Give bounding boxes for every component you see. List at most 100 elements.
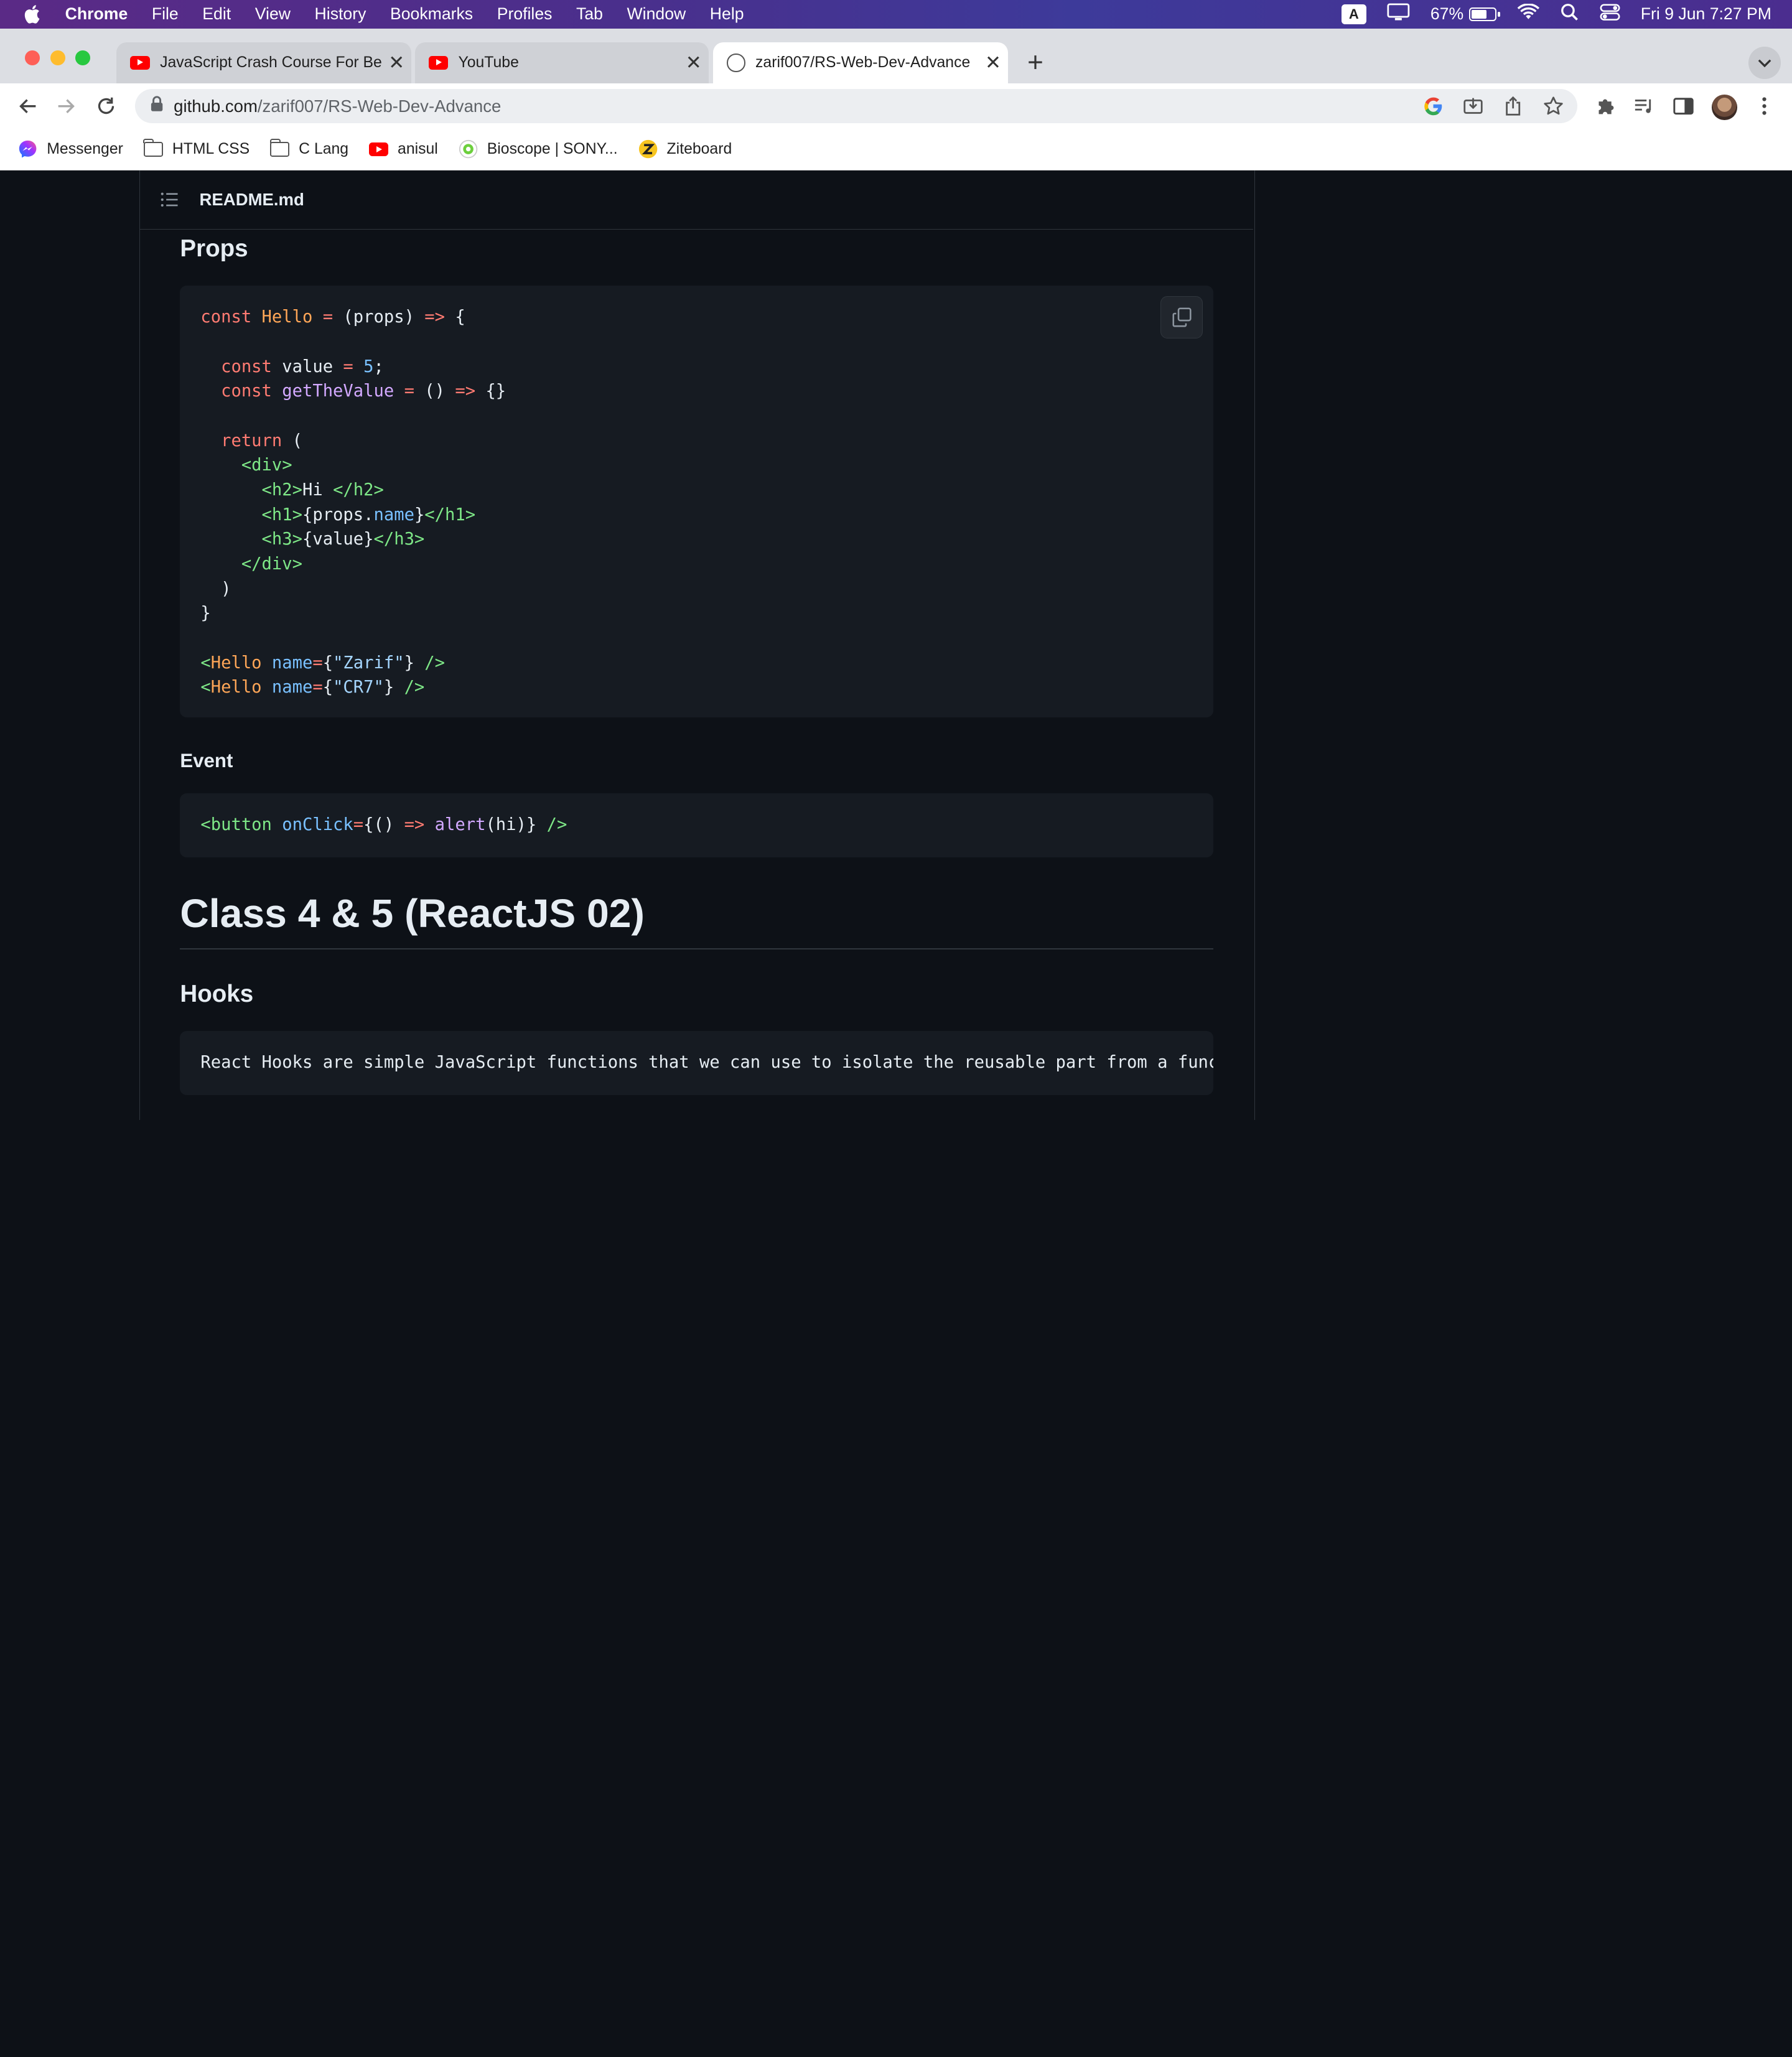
bookmark-label: anisul <box>398 141 438 158</box>
bookmark-bioscope[interactable]: Bioscope | SONY... <box>459 139 618 159</box>
display-icon[interactable] <box>1387 3 1410 26</box>
menu-window[interactable]: Window <box>627 4 686 24</box>
menu-bookmarks[interactable]: Bookmarks <box>390 4 473 24</box>
input-source-indicator[interactable]: A <box>1341 4 1367 24</box>
code-event-content[interactable]: <button onClick={() => alert(hi)} /> <box>200 813 567 837</box>
youtube-icon <box>369 142 389 157</box>
messenger-icon <box>18 139 37 159</box>
readme-panel: README.md Props const Hello = (props) =>… <box>139 170 1255 1120</box>
back-arrow-icon <box>19 99 35 114</box>
heading-hooks: Hooks <box>180 980 254 1007</box>
bookmark-messenger[interactable]: Messenger <box>18 139 123 159</box>
bookmark-label: Ziteboard <box>666 141 732 158</box>
url-text[interactable]: github.com/zarif007/RS-Web-Dev-Advance <box>174 96 501 116</box>
ziteboard-icon <box>638 139 658 159</box>
forward-button[interactable] <box>54 94 78 119</box>
kebab-menu-icon <box>1762 97 1766 115</box>
outline-list-icon[interactable] <box>161 192 179 208</box>
heading-props: Props <box>180 235 248 263</box>
lock-icon[interactable] <box>151 96 163 117</box>
readme-header: README.md <box>140 170 1253 230</box>
tab-close-icon[interactable]: ✕ <box>679 52 709 74</box>
status-area: A 67% Fri 9 Jun 7:27 PM <box>1341 0 1792 29</box>
bookmark-ziteboard[interactable]: Ziteboard <box>638 139 732 159</box>
youtube-icon <box>130 55 150 70</box>
bookmark-label: C Lang <box>299 141 349 158</box>
copy-icon <box>1172 307 1192 327</box>
chevron-down-icon <box>1758 59 1771 67</box>
code-block-event: <button onClick={() => alert(hi)} /> <box>180 793 1213 857</box>
control-center-icon[interactable] <box>1600 3 1620 26</box>
window-minimize-button[interactable] <box>50 50 65 65</box>
wifi-icon[interactable] <box>1517 2 1540 26</box>
browser-toolbar: github.com/zarif007/RS-Web-Dev-Advance <box>0 83 1792 129</box>
code-hooks-content[interactable]: React Hooks are simple JavaScript functi… <box>200 1050 1213 1075</box>
extensions-button[interactable] <box>1593 94 1618 119</box>
menu-clock[interactable]: Fri 9 Jun 7:27 PM <box>1641 4 1771 24</box>
menu-view[interactable]: View <box>255 4 291 24</box>
reload-button[interactable] <box>94 94 119 119</box>
side-panel-icon <box>1673 98 1694 115</box>
new-tab-button[interactable]: + <box>1017 45 1054 80</box>
menu-profiles[interactable]: Profiles <box>497 4 553 24</box>
tab-close-icon[interactable]: ✕ <box>978 52 1008 74</box>
google-lens-icon[interactable] <box>1421 94 1445 119</box>
menu-file[interactable]: File <box>152 4 179 24</box>
window-zoom-button[interactable] <box>75 50 91 65</box>
battery-status[interactable]: 67% <box>1430 4 1500 24</box>
battery-icon <box>1469 7 1500 21</box>
tab-title: YouTube <box>458 54 519 71</box>
code-block-hooks: React Hooks are simple JavaScript functi… <box>180 1030 1213 1095</box>
back-button[interactable] <box>15 94 40 119</box>
heading-divider <box>180 948 1213 950</box>
heading-class-4-5: Class 4 & 5 (ReactJS 02) <box>180 890 645 936</box>
omnibox-actions <box>1421 94 1566 119</box>
profile-avatar[interactable] <box>1712 95 1737 120</box>
tab-search-button[interactable] <box>1748 47 1781 79</box>
reload-icon <box>98 98 114 114</box>
menu-app-name[interactable]: Chrome <box>65 4 128 24</box>
folder-icon <box>269 138 290 157</box>
share-icon[interactable] <box>1501 94 1526 119</box>
bookmark-label: HTML CSS <box>172 141 250 158</box>
bookmark-folder-html-css[interactable]: HTML CSS <box>143 138 250 158</box>
github-icon <box>727 54 745 72</box>
bookmarks-bar: Messenger HTML CSS C Lang anisul Bioscop… <box>0 129 1792 170</box>
github-page: README.md Props const Hello = (props) =>… <box>0 170 1792 1120</box>
tab-title: JavaScript Crash Course For Beginners <box>160 54 382 71</box>
chrome-menu-button[interactable] <box>1752 94 1777 119</box>
tab-github-repo[interactable]: zarif007/RS-Web-Dev-Advance ✕ <box>713 42 1008 84</box>
tab-close-icon[interactable]: ✕ <box>381 52 411 74</box>
code-props-content[interactable]: const Hello = (props) => { const value =… <box>200 305 506 700</box>
tab-javascript-crash-course[interactable]: JavaScript Crash Course For Beginners ✕ <box>116 42 412 84</box>
address-bar[interactable]: github.com/zarif007/RS-Web-Dev-Advance <box>134 89 1577 124</box>
install-app-icon[interactable] <box>1460 94 1485 119</box>
forward-arrow-icon <box>58 99 75 114</box>
bookmark-label: Bioscope | SONY... <box>487 141 618 158</box>
menu-tab[interactable]: Tab <box>576 4 603 24</box>
bookmark-anisul[interactable]: anisul <box>369 141 438 158</box>
media-queue-icon <box>1635 99 1651 113</box>
bookmark-star-icon[interactable] <box>1541 94 1566 119</box>
apple-icon[interactable] <box>23 4 46 24</box>
code-block-props: const Hello = (props) => { const value =… <box>180 286 1213 718</box>
menu-help[interactable]: Help <box>710 4 744 24</box>
bookmark-folder-c-lang[interactable]: C Lang <box>269 138 349 158</box>
media-control-button[interactable] <box>1632 94 1657 119</box>
heading-event: Event <box>180 749 233 772</box>
menu-history[interactable]: History <box>315 4 366 24</box>
readme-filename[interactable]: README.md <box>200 190 304 210</box>
copy-code-button[interactable] <box>1160 296 1203 338</box>
youtube-icon <box>428 55 448 70</box>
menu-edit[interactable]: Edit <box>202 4 231 24</box>
bookmark-label: Messenger <box>47 141 123 158</box>
tab-youtube[interactable]: YouTube ✕ <box>414 42 709 84</box>
url-path: /zarif007/RS-Web-Dev-Advance <box>257 96 502 116</box>
window-close-button[interactable] <box>25 50 40 65</box>
macos-menu-bar: Chrome File Edit View History Bookmarks … <box>0 0 1792 29</box>
spotlight-search-icon[interactable] <box>1561 3 1579 26</box>
tab-title: zarif007/RS-Web-Dev-Advance <box>755 54 971 71</box>
side-panel-button[interactable] <box>1671 94 1696 119</box>
tab-strip: JavaScript Crash Course For Beginners ✕ … <box>0 28 1792 84</box>
puzzle-icon <box>1598 99 1614 114</box>
